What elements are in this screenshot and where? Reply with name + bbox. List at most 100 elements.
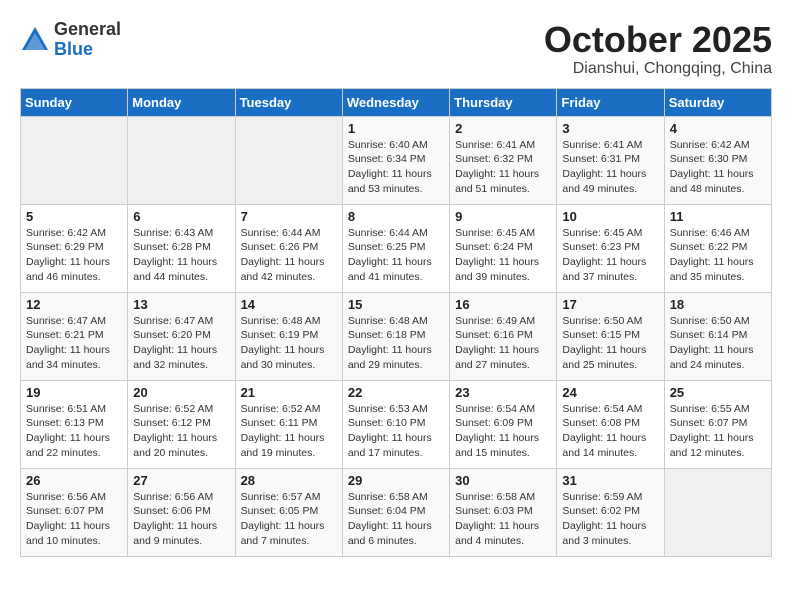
calendar-cell — [235, 116, 342, 204]
calendar-cell: 17 Sunrise: 6:50 AM Sunset: 6:15 PM Dayli… — [557, 292, 664, 380]
day-info: Sunrise: 6:42 AM Sunset: 6:29 PM Dayligh… — [26, 226, 122, 285]
calendar-cell: 30 Sunrise: 6:58 AM Sunset: 6:03 PM Dayli… — [450, 468, 557, 556]
day-info: Sunrise: 6:54 AM Sunset: 6:09 PM Dayligh… — [455, 402, 551, 461]
day-info: Sunrise: 6:42 AM Sunset: 6:30 PM Dayligh… — [670, 138, 766, 197]
calendar-cell: 19 Sunrise: 6:51 AM Sunset: 6:13 PM Dayli… — [21, 380, 128, 468]
day-info: Sunrise: 6:46 AM Sunset: 6:22 PM Dayligh… — [670, 226, 766, 285]
calendar-cell: 12 Sunrise: 6:47 AM Sunset: 6:21 PM Dayli… — [21, 292, 128, 380]
calendar-cell — [21, 116, 128, 204]
day-number: 9 — [455, 209, 551, 224]
calendar-cell: 25 Sunrise: 6:55 AM Sunset: 6:07 PM Dayli… — [664, 380, 771, 468]
calendar-cell: 4 Sunrise: 6:42 AM Sunset: 6:30 PM Daylig… — [664, 116, 771, 204]
day-info: Sunrise: 6:43 AM Sunset: 6:28 PM Dayligh… — [133, 226, 229, 285]
day-of-week-header: Thursday — [450, 88, 557, 116]
calendar-week-row: 12 Sunrise: 6:47 AM Sunset: 6:21 PM Dayli… — [21, 292, 772, 380]
day-info: Sunrise: 6:44 AM Sunset: 6:26 PM Dayligh… — [241, 226, 337, 285]
title-block: October 2025 Dianshui, Chongqing, China — [544, 20, 772, 78]
calendar-cell: 9 Sunrise: 6:45 AM Sunset: 6:24 PM Daylig… — [450, 204, 557, 292]
day-info: Sunrise: 6:44 AM Sunset: 6:25 PM Dayligh… — [348, 226, 444, 285]
day-of-week-header: Wednesday — [342, 88, 449, 116]
calendar-week-row: 1 Sunrise: 6:40 AM Sunset: 6:34 PM Daylig… — [21, 116, 772, 204]
day-info: Sunrise: 6:53 AM Sunset: 6:10 PM Dayligh… — [348, 402, 444, 461]
calendar-cell — [664, 468, 771, 556]
calendar-week-row: 26Sunrise: 6:56 AM Sunset: 6:07 PM Dayli… — [21, 468, 772, 556]
location: Dianshui, Chongqing, China — [544, 60, 772, 78]
day-number: 19 — [26, 385, 122, 400]
day-number: 23 — [455, 385, 551, 400]
day-of-week-header: Saturday — [664, 88, 771, 116]
day-number: 11 — [670, 209, 766, 224]
day-of-week-header: Sunday — [21, 88, 128, 116]
calendar-cell: 27Sunrise: 6:56 AM Sunset: 6:06 PM Dayli… — [128, 468, 235, 556]
calendar-cell: 23 Sunrise: 6:54 AM Sunset: 6:09 PM Dayli… — [450, 380, 557, 468]
day-info: Sunrise: 6:58 AM Sunset: 6:04 PM Dayligh… — [348, 490, 444, 549]
day-number: 22 — [348, 385, 444, 400]
day-number: 30 — [455, 473, 551, 488]
calendar-header-row: SundayMondayTuesdayWednesdayThursdayFrid… — [21, 88, 772, 116]
day-info: Sunrise: 6:55 AM Sunset: 6:07 PM Dayligh… — [670, 402, 766, 461]
day-info: Sunrise: 6:52 AM Sunset: 6:12 PM Dayligh… — [133, 402, 229, 461]
logo-text: General Blue — [54, 20, 121, 60]
day-info: Sunrise: 6:54 AM Sunset: 6:08 PM Dayligh… — [562, 402, 658, 461]
day-number: 24 — [562, 385, 658, 400]
calendar-cell: 10Sunrise: 6:45 AM Sunset: 6:23 PM Dayli… — [557, 204, 664, 292]
calendar-cell: 29 Sunrise: 6:58 AM Sunset: 6:04 PM Dayli… — [342, 468, 449, 556]
day-number: 28 — [241, 473, 337, 488]
day-info: Sunrise: 6:56 AM Sunset: 6:06 PM Dayligh… — [133, 490, 229, 549]
day-info: Sunrise: 6:40 AM Sunset: 6:34 PM Dayligh… — [348, 138, 444, 197]
calendar-cell: 14 Sunrise: 6:48 AM Sunset: 6:19 PM Dayli… — [235, 292, 342, 380]
calendar-cell: 13 Sunrise: 6:47 AM Sunset: 6:20 PM Dayli… — [128, 292, 235, 380]
calendar-cell: 11 Sunrise: 6:46 AM Sunset: 6:22 PM Dayli… — [664, 204, 771, 292]
day-number: 1 — [348, 121, 444, 136]
logo-icon — [20, 25, 50, 55]
day-info: Sunrise: 6:45 AM Sunset: 6:24 PM Dayligh… — [455, 226, 551, 285]
day-number: 15 — [348, 297, 444, 312]
day-of-week-header: Monday — [128, 88, 235, 116]
day-number: 14 — [241, 297, 337, 312]
calendar-cell: 31 Sunrise: 6:59 AM Sunset: 6:02 PM Dayli… — [557, 468, 664, 556]
logo-general: General — [54, 20, 121, 40]
day-info: Sunrise: 6:48 AM Sunset: 6:19 PM Dayligh… — [241, 314, 337, 373]
day-number: 17 — [562, 297, 658, 312]
calendar-cell: 3Sunrise: 6:41 AM Sunset: 6:31 PM Daylig… — [557, 116, 664, 204]
day-info: Sunrise: 6:47 AM Sunset: 6:21 PM Dayligh… — [26, 314, 122, 373]
calendar-cell: 21Sunrise: 6:52 AM Sunset: 6:11 PM Dayli… — [235, 380, 342, 468]
day-number: 29 — [348, 473, 444, 488]
logo: General Blue — [20, 20, 121, 60]
calendar-week-row: 19 Sunrise: 6:51 AM Sunset: 6:13 PM Dayli… — [21, 380, 772, 468]
logo-blue: Blue — [54, 40, 121, 60]
day-info: Sunrise: 6:50 AM Sunset: 6:15 PM Dayligh… — [562, 314, 658, 373]
calendar-cell: 8 Sunrise: 6:44 AM Sunset: 6:25 PM Daylig… — [342, 204, 449, 292]
day-info: Sunrise: 6:49 AM Sunset: 6:16 PM Dayligh… — [455, 314, 551, 373]
day-info: Sunrise: 6:50 AM Sunset: 6:14 PM Dayligh… — [670, 314, 766, 373]
calendar-cell: 26Sunrise: 6:56 AM Sunset: 6:07 PM Dayli… — [21, 468, 128, 556]
day-of-week-header: Tuesday — [235, 88, 342, 116]
day-number: 21 — [241, 385, 337, 400]
day-number: 25 — [670, 385, 766, 400]
day-number: 2 — [455, 121, 551, 136]
month-title: October 2025 — [544, 20, 772, 60]
calendar-cell: 1 Sunrise: 6:40 AM Sunset: 6:34 PM Daylig… — [342, 116, 449, 204]
day-number: 12 — [26, 297, 122, 312]
calendar-cell — [128, 116, 235, 204]
calendar-cell: 18Sunrise: 6:50 AM Sunset: 6:14 PM Dayli… — [664, 292, 771, 380]
calendar-cell: 24 Sunrise: 6:54 AM Sunset: 6:08 PM Dayli… — [557, 380, 664, 468]
day-number: 31 — [562, 473, 658, 488]
day-number: 8 — [348, 209, 444, 224]
day-number: 13 — [133, 297, 229, 312]
day-info: Sunrise: 6:51 AM Sunset: 6:13 PM Dayligh… — [26, 402, 122, 461]
calendar-cell: 16 Sunrise: 6:49 AM Sunset: 6:16 PM Dayli… — [450, 292, 557, 380]
day-number: 4 — [670, 121, 766, 136]
day-number: 20 — [133, 385, 229, 400]
calendar-table: SundayMondayTuesdayWednesdayThursdayFrid… — [20, 88, 772, 557]
day-info: Sunrise: 6:47 AM Sunset: 6:20 PM Dayligh… — [133, 314, 229, 373]
day-info: Sunrise: 6:58 AM Sunset: 6:03 PM Dayligh… — [455, 490, 551, 549]
day-number: 3 — [562, 121, 658, 136]
day-info: Sunrise: 6:59 AM Sunset: 6:02 PM Dayligh… — [562, 490, 658, 549]
calendar-cell: 22 Sunrise: 6:53 AM Sunset: 6:10 PM Dayli… — [342, 380, 449, 468]
day-number: 16 — [455, 297, 551, 312]
day-of-week-header: Friday — [557, 88, 664, 116]
calendar-cell: 15Sunrise: 6:48 AM Sunset: 6:18 PM Dayli… — [342, 292, 449, 380]
calendar-cell: 28Sunrise: 6:57 AM Sunset: 6:05 PM Dayli… — [235, 468, 342, 556]
calendar-cell: 7Sunrise: 6:44 AM Sunset: 6:26 PM Daylig… — [235, 204, 342, 292]
